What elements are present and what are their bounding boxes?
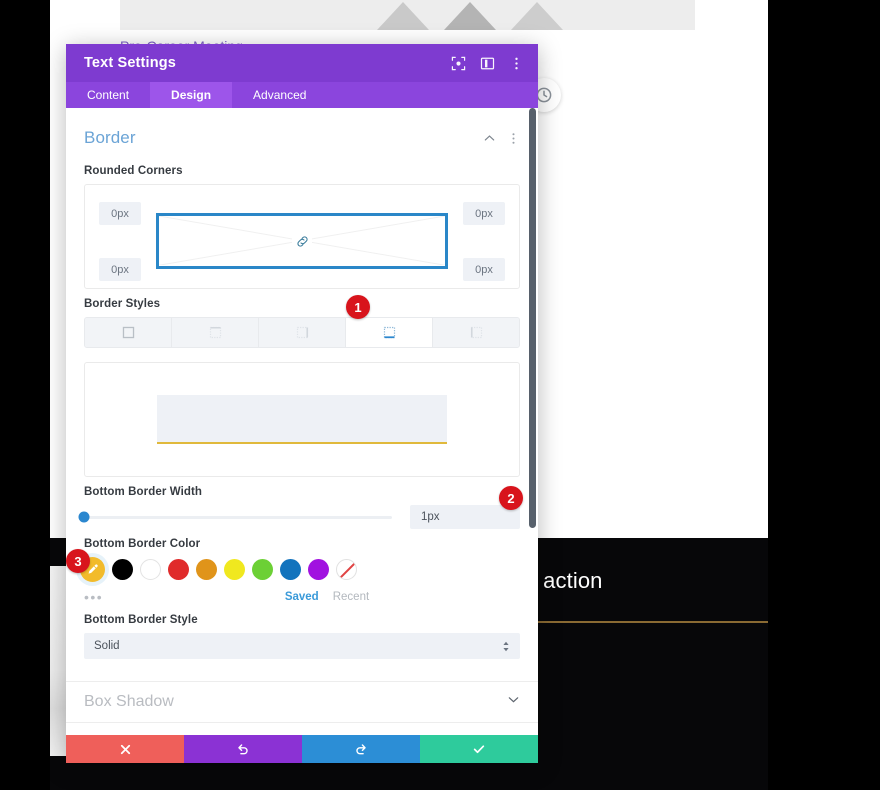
- tab-advanced[interactable]: Advanced: [232, 82, 327, 108]
- corner-bottom-left-input[interactable]: 0px: [99, 258, 141, 281]
- callout-badge-3: 3: [66, 549, 90, 573]
- recent-colors-tab[interactable]: Recent: [333, 591, 369, 603]
- bottom-border-style-select[interactable]: Solid: [84, 633, 520, 659]
- swatch-green[interactable]: [252, 559, 273, 580]
- filters-title: Filters: [84, 734, 507, 735]
- redo-icon: [354, 742, 368, 756]
- rounded-corners-control: 0px 0px 0px 0px: [84, 184, 520, 289]
- swatch-blue[interactable]: [280, 559, 301, 580]
- chevron-down-icon[interactable]: [507, 693, 520, 711]
- border-style-top[interactable]: [172, 318, 259, 347]
- bottom-border-width-slider[interactable]: [78, 511, 392, 523]
- cancel-button[interactable]: [66, 735, 184, 763]
- color-swatch-row: [80, 557, 520, 582]
- undo-button[interactable]: [184, 735, 302, 763]
- saved-colors-tab[interactable]: Saved: [285, 591, 319, 603]
- modal-tabs: Content Design Advanced: [66, 82, 538, 108]
- palette-footer: ••• Saved Recent: [84, 589, 520, 605]
- border-preview-box: [84, 362, 520, 477]
- more-colors-button[interactable]: •••: [84, 590, 194, 604]
- bottom-border-style-value: Solid: [94, 640, 120, 652]
- border-styles-label: Border Styles: [84, 298, 161, 310]
- layout-panel-icon[interactable]: [479, 55, 495, 71]
- bottom-border-width-row: 1px: [78, 505, 520, 529]
- rounded-corners-label: Rounded Corners: [84, 165, 183, 177]
- more-vertical-icon[interactable]: [507, 132, 520, 145]
- close-icon: [119, 743, 132, 756]
- corner-top-right-input[interactable]: 0px: [463, 202, 505, 225]
- hero-image: [120, 0, 695, 30]
- undo-icon: [236, 742, 250, 756]
- callout-badge-1: 1: [346, 295, 370, 319]
- chevron-up-icon[interactable]: [483, 132, 496, 145]
- swatch-white[interactable]: [140, 559, 161, 580]
- border-section-header: Border: [84, 108, 520, 156]
- hero-triangle: [472, 2, 602, 30]
- swatch-purple[interactable]: [308, 559, 329, 580]
- border-style-all[interactable]: [85, 318, 172, 347]
- redo-button[interactable]: [302, 735, 420, 763]
- bottom-border-color-label: Bottom Border Color: [84, 538, 201, 550]
- border-preview-element: [157, 395, 447, 444]
- callout-badge-2: 2: [499, 486, 523, 510]
- tab-content[interactable]: Content: [66, 82, 150, 108]
- bottom-border-style-label: Bottom Border Style: [84, 614, 198, 626]
- border-style-right[interactable]: [259, 318, 346, 347]
- corner-bottom-right-input[interactable]: 0px: [463, 258, 505, 281]
- border-style-left[interactable]: [433, 318, 519, 347]
- select-arrows-icon: [502, 641, 510, 652]
- swatch-orange[interactable]: [196, 559, 217, 580]
- check-icon: [472, 742, 486, 756]
- bottom-border-width-input[interactable]: 1px: [410, 505, 520, 529]
- slider-thumb[interactable]: [78, 511, 90, 523]
- modal-header: Text Settings: [66, 44, 538, 82]
- section-filters[interactable]: Filters: [66, 722, 538, 735]
- swatch-none[interactable]: [336, 559, 357, 580]
- bottom-border-width-label: Bottom Border Width: [84, 486, 203, 498]
- corner-top-left-input[interactable]: 0px: [99, 202, 141, 225]
- more-vertical-icon[interactable]: [508, 55, 524, 71]
- modal-header-icons: [450, 55, 524, 71]
- border-section-title: Border: [84, 128, 136, 147]
- save-button[interactable]: [420, 735, 538, 763]
- modal-body: Border Rounded Corners 0px 0px 0px 0px B…: [66, 108, 538, 735]
- modal-scrollbar[interactable]: [529, 108, 536, 528]
- swatch-yellow[interactable]: [224, 559, 245, 580]
- box-shadow-title: Box Shadow: [84, 693, 174, 710]
- text-settings-modal: Text Settings Content Design Advanced Bo…: [66, 44, 538, 763]
- tab-design[interactable]: Design: [150, 82, 233, 108]
- modal-title: Text Settings: [84, 55, 176, 71]
- focus-icon[interactable]: [450, 55, 466, 71]
- swatch-red[interactable]: [168, 559, 189, 580]
- modal-footer: [66, 735, 538, 763]
- chevron-down-icon[interactable]: [507, 734, 520, 735]
- section-box-shadow[interactable]: Box Shadow: [66, 681, 538, 722]
- link-icon[interactable]: [292, 231, 312, 251]
- border-style-bottom[interactable]: [346, 318, 433, 347]
- corner-preview-box: [156, 213, 448, 269]
- swatch-black[interactable]: [112, 559, 133, 580]
- border-styles-control: [84, 317, 520, 348]
